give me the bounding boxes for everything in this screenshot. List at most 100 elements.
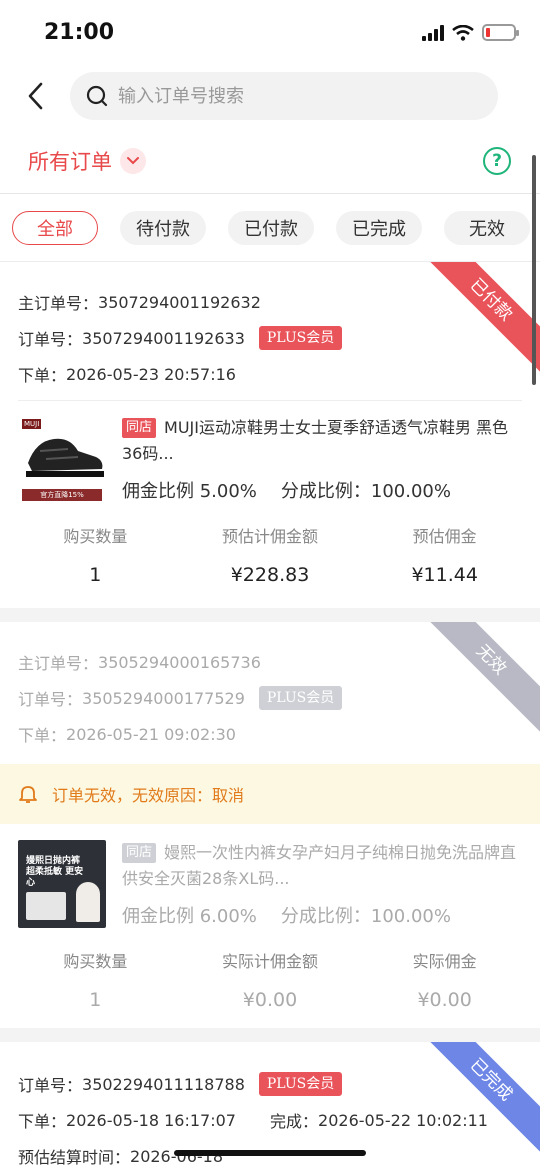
order-number: 3507294001192633 (82, 328, 245, 348)
thumb-caption: 嫚熙日抛内裤 超柔抵敏 更安心 (26, 856, 84, 888)
placed-time: 2026-05-18 16:17:07 (66, 1110, 236, 1130)
order-stats: 购买数量 1 实际计佣金额 ¥0.00 实际佣金 ¥0.00 (0, 944, 540, 1020)
plus-member-badge: PLUS会员 (258, 326, 343, 350)
order-line: 订单号： 3507294001192633 PLUS会员 (18, 320, 522, 356)
stat-quantity: 购买数量 1 (8, 519, 183, 595)
stat-commission-base: 预估计佣金额 ¥228.83 (183, 519, 358, 595)
search-box[interactable] (70, 72, 498, 120)
product-row[interactable]: 嫚熙日抛内裤 超柔抵敏 更安心 同店 嫚熙一次性内裤女孕产妇月子纯棉日抛免洗品牌直… (0, 840, 540, 928)
order-line: 订单号： 3505294000177529 PLUS会员 (18, 680, 522, 716)
stat-commission-base: 实际计佣金额 ¥0.00 (183, 944, 358, 1020)
stat-label: 实际计佣金额 (222, 952, 319, 971)
stat-label: 预估佣金 (412, 527, 477, 546)
tab-pending-payment[interactable]: 待付款 (120, 210, 206, 245)
order-label: 订单号： (18, 690, 83, 709)
order-card[interactable]: 无效 主订单号： 3505294000165736 订单号： 35052940001… (0, 622, 540, 1028)
scrollbar[interactable] (532, 155, 536, 385)
product-title-text: MUJI运动凉鞋男士女士夏季舒适透气凉鞋男 黑色 36码... (122, 418, 509, 463)
order-meta: 主订单号： 3507294001192632 订单号： 35072940011926… (0, 284, 540, 392)
done-label: 完成： (270, 1112, 319, 1131)
tab-paid[interactable]: 已付款 (228, 210, 314, 245)
settle-label: 预估结算时间： (18, 1148, 131, 1167)
order-label: 订单号： (18, 1076, 83, 1095)
main-order-number: 3505294000165736 (98, 652, 261, 672)
plus-member-badge: PLUS会员 (258, 686, 343, 710)
filter-row: 所有订单 ? (0, 128, 540, 194)
thumb-person (76, 882, 100, 922)
order-number: 3502294011118788 (82, 1074, 245, 1094)
same-shop-tag: 同店 (122, 418, 157, 438)
stat-value: ¥0.00 (417, 989, 472, 1011)
stat-commission: 预估佣金 ¥11.44 (357, 519, 532, 595)
done-time: 2026-05-22 10:02:11 (318, 1110, 488, 1130)
placed-label: 下单： (18, 366, 67, 385)
ratios: 佣金比例 5.00% 分成比例：100.00% (122, 477, 522, 503)
order-number: 3505294000177529 (82, 688, 245, 708)
status-bar: 21:00 (0, 0, 540, 64)
stat-commission: 实际佣金 ¥0.00 (357, 944, 532, 1020)
invalid-notice-text: 订单无效，无效原因：取消 (52, 786, 245, 805)
placed-line: 下单： 2026-05-21 09:02:30 (18, 716, 522, 752)
share-rate: 分成比例：100.00% (280, 481, 451, 502)
invalid-notice: 订单无效，无效原因：取消 (0, 764, 540, 824)
placed-label: 下单： (18, 1112, 67, 1131)
order-card[interactable]: 已付款 主订单号： 3507294001192632 订单号： 3507294001… (0, 262, 540, 608)
chevron-down-icon (120, 147, 146, 174)
stat-quantity: 购买数量 1 (8, 944, 183, 1020)
sandal-image (26, 438, 104, 477)
main-order-number: 3507294001192632 (98, 292, 261, 312)
order-filter-dropdown[interactable]: 所有订单 (28, 146, 146, 176)
stat-value: ¥0.00 (242, 989, 298, 1011)
wifi-icon (452, 24, 474, 41)
stat-value: ¥11.44 (411, 564, 478, 586)
order-label: 订单号： (18, 330, 83, 349)
commission-rate: 佣金比例 6.00% (122, 906, 257, 927)
search-bar-row (0, 64, 540, 128)
product-thumbnail: MUJI 官方直降15% (18, 415, 106, 503)
chevron-left-icon (28, 82, 43, 110)
header: 21:00 所有订单 ? 全部 待付款 已付款 已完成 无效 (0, 0, 540, 262)
main-order-line: 主订单号： 3507294001192632 (18, 284, 522, 320)
thumb-package (26, 892, 66, 920)
commission-rate: 佣金比例 5.00% (122, 481, 257, 502)
main-order-label: 主订单号： (18, 294, 99, 313)
stat-label: 预估计佣金额 (222, 527, 319, 546)
product-info: 同店 嫚熙一次性内裤女孕产妇月子纯棉日抛免洗品牌直供安全灭菌28条XL码... 佣… (122, 840, 522, 928)
cellular-signal-icon (422, 24, 444, 41)
divider (18, 400, 522, 401)
placed-time: 2026-05-23 20:57:16 (66, 364, 236, 384)
ratios: 佣金比例 6.00% 分成比例：100.00% (122, 902, 522, 928)
share-rate: 分成比例：100.00% (280, 906, 451, 927)
stat-value: 1 (89, 989, 102, 1011)
main-order-label: 主订单号： (18, 654, 99, 673)
order-line: 订单号： 3502294011118788 PLUS会员 (18, 1066, 522, 1102)
product-title: 同店 嫚熙一次性内裤女孕产妇月子纯棉日抛免洗品牌直供安全灭菌28条XL码... (122, 840, 522, 892)
product-info: 同店 MUJI运动凉鞋男士女士夏季舒适透气凉鞋男 黑色 36码... 佣金比例 5… (122, 415, 522, 503)
placed-line: 下单： 2026-05-23 20:57:16 (18, 356, 522, 392)
order-stats: 购买数量 1 预估计佣金额 ¥228.83 预估佣金 ¥11.44 (0, 519, 540, 595)
battery-icon (482, 24, 519, 41)
tab-completed[interactable]: 已完成 (336, 210, 422, 245)
back-button[interactable] (20, 76, 50, 116)
search-icon (86, 85, 108, 107)
product-thumbnail: 嫚熙日抛内裤 超柔抵敏 更安心 (18, 840, 106, 928)
status-icons (422, 24, 519, 41)
stat-value: ¥228.83 (230, 564, 310, 586)
stat-label: 实际佣金 (412, 952, 477, 971)
stat-value: 1 (89, 564, 102, 586)
stat-label: 购买数量 (63, 952, 128, 971)
main-order-line: 主订单号： 3505294000165736 (18, 644, 522, 680)
search-input[interactable] (118, 85, 418, 107)
tab-invalid[interactable]: 无效 (444, 210, 530, 245)
thumb-banner: 官方直降15% (22, 489, 102, 501)
plus-member-badge: PLUS会员 (258, 1072, 343, 1096)
order-filter-label: 所有订单 (28, 149, 112, 174)
help-icon[interactable]: ? (483, 146, 511, 175)
same-shop-tag: 同店 (122, 843, 157, 863)
placed-label: 下单： (18, 726, 67, 745)
tab-all[interactable]: 全部 (12, 210, 98, 245)
product-title-text: 嫚熙一次性内裤女孕产妇月子纯棉日抛免洗品牌直供安全灭菌28条XL码... (122, 843, 517, 888)
product-row[interactable]: MUJI 官方直降15% 同店 MUJI运动凉鞋男士女士夏季舒适透气凉鞋男 黑色 … (0, 415, 540, 503)
status-tabs: 全部 待付款 已付款 已完成 无效 (0, 194, 540, 262)
home-indicator (174, 1150, 366, 1156)
